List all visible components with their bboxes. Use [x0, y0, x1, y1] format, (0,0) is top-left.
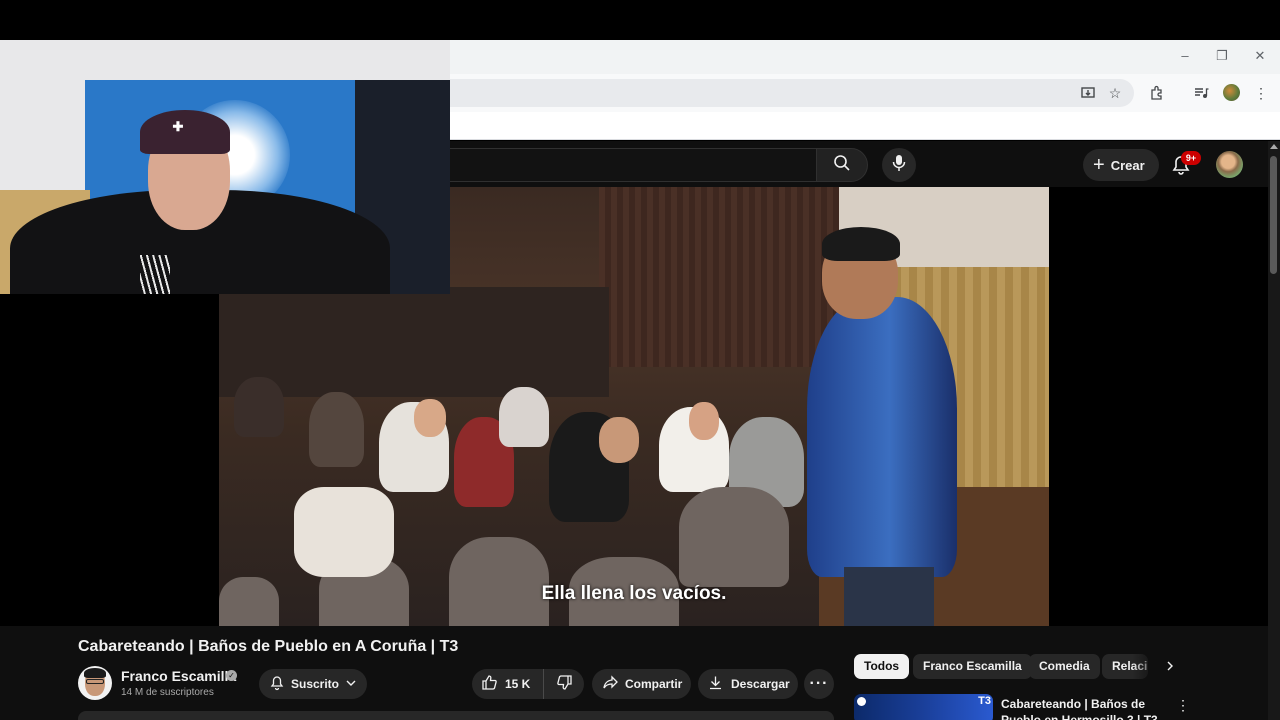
chip-todos[interactable]: Todos [854, 654, 910, 679]
close-window-button[interactable]: ✕ [1245, 46, 1275, 66]
channel-avatar[interactable] [78, 666, 112, 700]
download-label: Descargar [731, 677, 790, 691]
wall-panel [599, 187, 839, 367]
theater-seat [449, 537, 549, 626]
share-label: Compartir [625, 677, 683, 691]
related-channel-badge-icon [857, 697, 866, 706]
profile-icon[interactable] [1223, 84, 1240, 101]
audience-member [234, 377, 284, 437]
chevron-right-icon[interactable] [1160, 656, 1180, 676]
notifications-badge: 9+ [1181, 151, 1201, 165]
theater-seat [679, 487, 789, 587]
like-dislike-group: 15 K [472, 669, 584, 699]
bell-icon [269, 675, 285, 694]
microphone-icon [892, 154, 906, 177]
search-input[interactable] [440, 148, 816, 182]
chip-comedia[interactable]: Comedia [1029, 654, 1100, 679]
audience-face [414, 399, 446, 437]
search-button[interactable] [816, 148, 868, 182]
scroll-up-arrow-icon[interactable] [1270, 144, 1278, 149]
performer-body [807, 297, 957, 577]
thumbs-down-icon [556, 674, 573, 694]
share-arrow-icon [602, 674, 619, 694]
jacket-stripes [140, 255, 170, 294]
webcam-overlay: ✚ [0, 40, 450, 294]
download-button[interactable]: Descargar [698, 669, 798, 699]
dislike-button[interactable] [544, 669, 584, 699]
audience-member [309, 392, 364, 467]
chip-franco-escamilla[interactable]: Franco Escamilla [913, 654, 1032, 679]
like-button[interactable]: 15 K [472, 669, 544, 699]
coat [294, 487, 394, 577]
user-avatar[interactable] [1216, 151, 1243, 178]
related-thumbnail-badge: T3 [978, 695, 991, 707]
verified-check-icon: ✓ [226, 670, 237, 681]
subscribed-button[interactable]: Suscrito [259, 669, 367, 699]
back-wall [219, 287, 609, 397]
media-controls-icon[interactable] [1190, 82, 1212, 104]
subscriber-count: 14 M de suscriptores [121, 687, 214, 698]
create-label: Crear [1110, 157, 1145, 173]
voice-search-button[interactable] [882, 148, 916, 182]
subscribed-label: Suscrito [291, 677, 340, 691]
restore-window-button[interactable]: ❐ [1207, 46, 1237, 66]
plus-icon: + [1093, 154, 1105, 176]
video-title: Cabareteando | Baños de Pueblo en A Coru… [78, 638, 459, 655]
description-box[interactable] [78, 711, 834, 720]
related-video-thumbnail[interactable]: T3 [854, 694, 993, 720]
performer-hair [822, 227, 900, 261]
create-button[interactable]: + Crear [1083, 149, 1159, 181]
chevron-down-icon [345, 677, 357, 692]
share-button[interactable]: Compartir [592, 669, 691, 699]
like-count: 15 K [505, 677, 531, 691]
scrollbar-thumb[interactable] [1270, 156, 1277, 274]
audience-member [499, 387, 549, 447]
video-subtitle: Ella llena los vacíos. [541, 583, 727, 604]
thumbs-up-icon [481, 674, 498, 694]
audience-face [599, 417, 639, 463]
cap-logo-icon: ✚ [172, 119, 184, 134]
top-black-band [0, 0, 1280, 40]
extensions-icon[interactable] [1146, 82, 1168, 104]
related-video-title[interactable]: Cabareteando | Baños de Pueblo en Hermos… [1001, 696, 1161, 720]
minimize-window-button[interactable]: – [1170, 46, 1200, 66]
search-icon [833, 154, 851, 177]
kebab-menu-icon[interactable]: ⋮ [1250, 82, 1272, 104]
install-app-icon[interactable] [1077, 82, 1099, 104]
audience-face [689, 402, 719, 440]
download-icon [708, 675, 723, 693]
chip-fade [1132, 652, 1160, 682]
bookmark-star-icon[interactable]: ☆ [1104, 82, 1126, 104]
address-bar[interactable] [440, 79, 1134, 107]
channel-name[interactable]: Franco Escamilla [121, 668, 236, 684]
more-actions-icon[interactable]: ··· [804, 669, 834, 699]
related-more-icon[interactable]: ⋮ [1176, 697, 1190, 714]
